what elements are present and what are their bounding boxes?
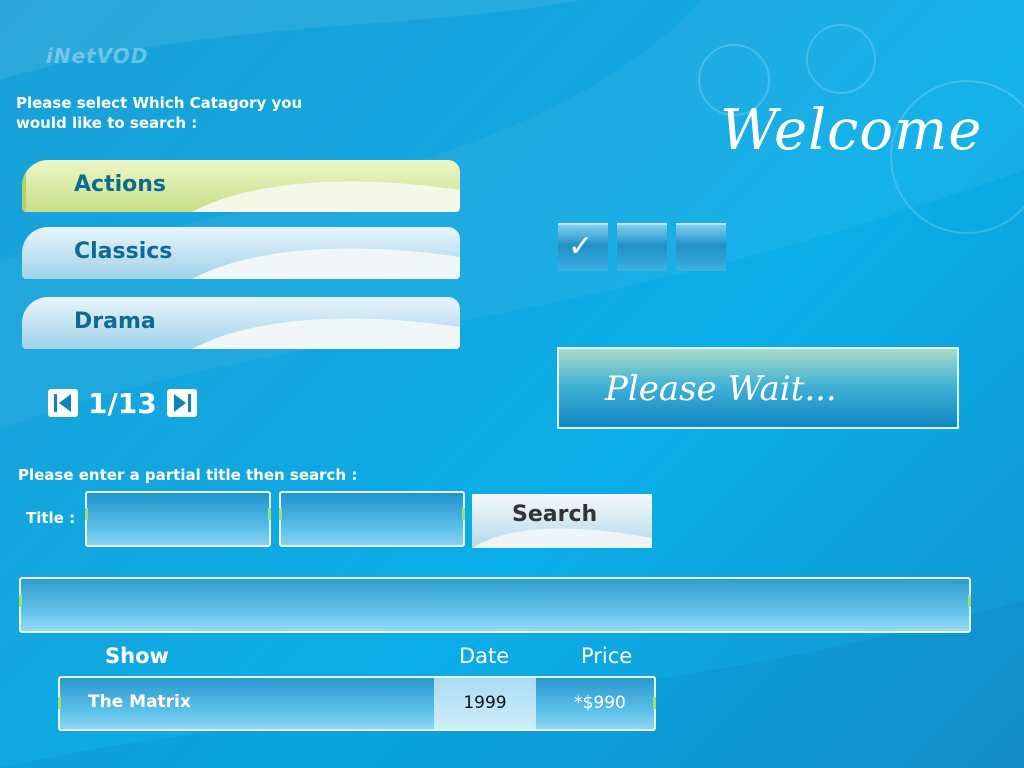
column-header-date: Date <box>459 644 510 668</box>
title-input-1[interactable] <box>85 491 271 547</box>
category-button-drama[interactable]: Drama <box>22 297 460 349</box>
field-edge-marker <box>462 508 465 520</box>
category-label: Drama <box>74 309 156 334</box>
result-price: *$990 <box>574 693 626 713</box>
bar-edge-marker <box>968 595 971 607</box>
column-header-price: Price <box>581 644 633 668</box>
search-button-label: Search <box>512 502 598 527</box>
result-show-title: The Matrix <box>88 692 191 712</box>
category-label: Classics <box>74 239 173 264</box>
checkbox-1[interactable]: ✓ <box>558 223 608 271</box>
checkbox-2[interactable] <box>617 223 667 271</box>
title-label: Title : <box>26 509 76 527</box>
search-prompt: Please enter a partial title then search… <box>18 466 358 484</box>
column-header-show: Show <box>105 644 169 668</box>
category-button-classics[interactable]: Classics <box>22 227 460 279</box>
next-page-icon <box>173 394 191 412</box>
decor-circle <box>806 24 876 94</box>
prev-page-button[interactable] <box>48 389 78 417</box>
checkbox-3[interactable] <box>676 223 726 271</box>
status-panel: Please Wait... <box>557 347 959 429</box>
category-pager: 1/13 <box>48 386 197 420</box>
result-date: 1999 <box>463 693 507 713</box>
app-logo: iNetVOD <box>46 44 149 68</box>
prev-page-icon <box>54 394 71 412</box>
checkmark-icon: ✓ <box>568 229 594 264</box>
category-label: Actions <box>74 172 166 197</box>
result-row[interactable]: The Matrix 1999 *$990 <box>58 676 656 731</box>
field-edge-marker <box>279 508 282 520</box>
search-button[interactable]: Search <box>472 494 652 548</box>
row-edge-marker <box>653 697 656 709</box>
field-edge-marker <box>268 508 271 520</box>
bar-edge-marker <box>19 595 22 607</box>
field-edge-marker <box>85 508 88 520</box>
category-prompt: Please select Which Catagory you would l… <box>16 94 303 132</box>
results-bar[interactable] <box>19 577 971 633</box>
row-edge-marker <box>58 697 61 709</box>
title-input-2[interactable] <box>279 491 465 547</box>
welcome-title: Welcome <box>720 98 983 163</box>
status-message: Please Wait... <box>605 369 837 409</box>
next-page-button[interactable] <box>166 389 197 417</box>
page-indicator: 1/13 <box>88 386 157 420</box>
category-button-actions[interactable]: Actions <box>22 160 460 212</box>
